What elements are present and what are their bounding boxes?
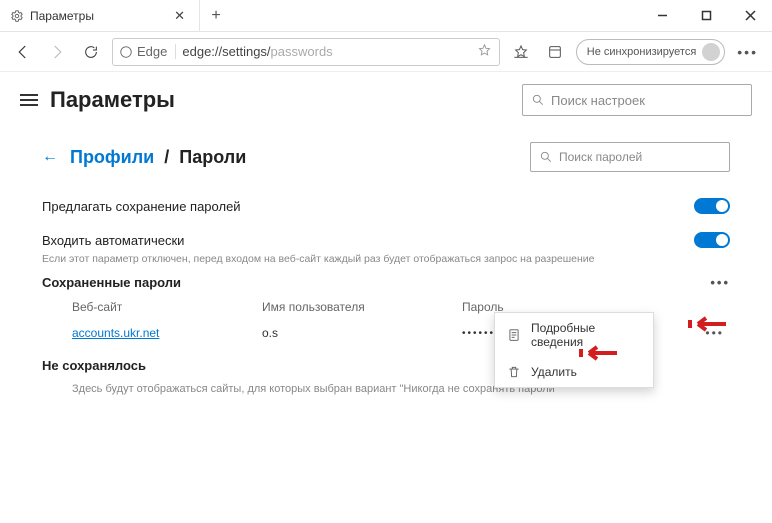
row-username: o.s bbox=[262, 326, 462, 340]
details-icon bbox=[507, 328, 521, 342]
sync-status-label: Не синхронизируется bbox=[587, 46, 696, 58]
ctx-delete-label: Удалить bbox=[531, 365, 577, 379]
offer-save-label: Предлагать сохранение паролей bbox=[42, 199, 241, 214]
menu-icon[interactable] bbox=[20, 94, 38, 106]
profile-sync-pill[interactable]: Не синхронизируется bbox=[576, 39, 725, 65]
more-menu-button[interactable]: ••• bbox=[733, 44, 762, 60]
maximize-button[interactable] bbox=[684, 0, 728, 31]
url-field[interactable]: Edge edge://settings/passwords bbox=[112, 38, 500, 66]
ctx-details[interactable]: Подробные сведения bbox=[495, 313, 653, 357]
col-user: Имя пользователя bbox=[262, 300, 462, 314]
browser-tab[interactable]: Параметры ✕ bbox=[0, 0, 200, 31]
site-link[interactable]: accounts.ukr.net bbox=[72, 326, 159, 340]
avatar bbox=[702, 43, 720, 61]
tab-title: Параметры bbox=[30, 9, 164, 23]
collections-button[interactable] bbox=[542, 39, 568, 65]
window-controls bbox=[640, 0, 772, 31]
row-context-menu: Подробные сведения Удалить bbox=[494, 312, 654, 388]
auto-signin-label: Входить автоматически bbox=[42, 233, 184, 248]
close-icon[interactable]: ✕ bbox=[170, 8, 189, 24]
favorite-icon[interactable] bbox=[477, 43, 493, 61]
annotation-arrow bbox=[579, 343, 619, 363]
offer-save-row: Предлагать сохранение паролей bbox=[42, 194, 730, 218]
content-area: ← Профили / Пароли Поиск паролей Предлаг… bbox=[0, 128, 772, 395]
passwords-search-placeholder: Поиск паролей bbox=[559, 150, 642, 164]
forward-button[interactable] bbox=[44, 39, 70, 65]
breadcrumb-sep: / bbox=[164, 147, 169, 168]
back-arrow-icon[interactable]: ← bbox=[42, 148, 60, 166]
gear-icon bbox=[10, 9, 24, 23]
address-bar: Edge edge://settings/passwords Не синхро… bbox=[0, 32, 772, 72]
settings-header: Параметры Поиск настроек bbox=[0, 72, 772, 128]
favorites-button[interactable] bbox=[508, 39, 534, 65]
auto-signin-toggle[interactable] bbox=[694, 232, 730, 248]
url-text: edge://settings/passwords bbox=[182, 44, 332, 59]
refresh-button[interactable] bbox=[78, 39, 104, 65]
back-button[interactable] bbox=[10, 39, 36, 65]
settings-search-placeholder: Поиск настроек bbox=[551, 93, 645, 108]
url-provider: Edge bbox=[119, 44, 176, 59]
new-tab-button[interactable]: + bbox=[200, 0, 232, 31]
col-site: Веб-сайт bbox=[72, 300, 262, 314]
ctx-delete[interactable]: Удалить bbox=[495, 357, 653, 387]
passwords-search[interactable]: Поиск паролей bbox=[530, 142, 730, 172]
breadcrumb-current: Пароли bbox=[179, 147, 246, 168]
annotation-arrow bbox=[688, 314, 728, 334]
auto-signin-sub: Если этот параметр отключен, перед входо… bbox=[42, 253, 730, 265]
settings-search[interactable]: Поиск настроек bbox=[522, 84, 752, 116]
offer-save-toggle[interactable] bbox=[694, 198, 730, 214]
breadcrumb-parent[interactable]: Профили bbox=[70, 147, 154, 168]
saved-section-menu[interactable]: ••• bbox=[710, 275, 730, 290]
breadcrumb: ← Профили / Пароли Поиск паролей bbox=[42, 142, 730, 172]
auto-signin-row: Входить автоматически bbox=[42, 228, 730, 252]
close-window-button[interactable] bbox=[728, 0, 772, 31]
trash-icon bbox=[507, 365, 521, 379]
window-titlebar: Параметры ✕ + bbox=[0, 0, 772, 32]
minimize-button[interactable] bbox=[640, 0, 684, 31]
page-title: Параметры bbox=[50, 87, 510, 113]
saved-passwords-heading: Сохраненные пароли ••• bbox=[42, 275, 730, 290]
url-provider-label: Edge bbox=[137, 44, 167, 59]
